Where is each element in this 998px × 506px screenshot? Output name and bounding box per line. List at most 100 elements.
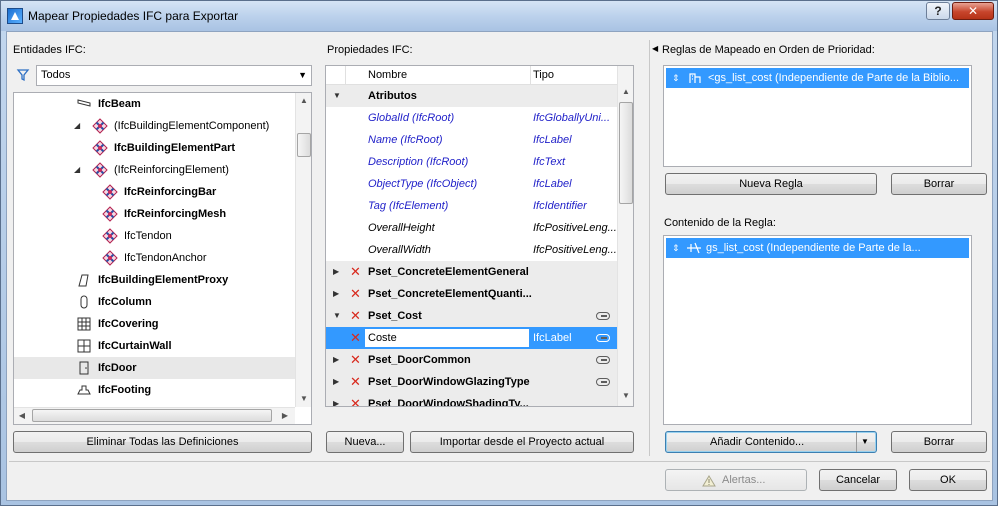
- delete-icon[interactable]: ✕: [350, 371, 361, 393]
- chevron-down-icon[interactable]: ▼: [861, 432, 869, 452]
- tree-item[interactable]: IfcColumn: [14, 291, 297, 313]
- reorder-handle-icon[interactable]: ⇕: [672, 68, 680, 88]
- tree-item[interactable]: IfcBeam: [14, 93, 297, 115]
- entity-tree[interactable]: IfcBeam ◢ (IfcBuildingElementComponent) Ifc…: [13, 92, 312, 425]
- properties-scrollbar[interactable]: ▲ ▼: [617, 66, 633, 406]
- column-header-name[interactable]: Nombre: [368, 69, 407, 81]
- property-name-value: Coste: [368, 332, 397, 344]
- expand-arrow-icon[interactable]: ◢: [74, 115, 80, 137]
- property-name-input[interactable]: Coste: [364, 328, 530, 348]
- property-set-row[interactable]: ▶ ✕ Pset_ConcreteElementQuanti...: [326, 283, 618, 305]
- property-set-row[interactable]: ▼ ✕ Pset_Cost: [326, 305, 618, 327]
- tree-item[interactable]: IfcTendonAnchor: [14, 247, 297, 269]
- property-set-row[interactable]: ▶ ✕ Pset_DoorCommon: [326, 349, 618, 371]
- attribute-row[interactable]: ObjectType (IfcObject) IfcLabel: [326, 173, 618, 195]
- tree-vertical-scrollbar[interactable]: ▲ ▼: [295, 93, 311, 407]
- attribute-row[interactable]: GlobalId (IfcRoot) IfcGloballyUni...: [326, 107, 618, 129]
- add-content-button[interactable]: Añadir Contenido... ▼: [665, 431, 877, 453]
- rule-content-list[interactable]: ⇕ gs_list_cost (Independiente de Parte d…: [663, 235, 972, 425]
- delete-rule-button[interactable]: Borrar: [891, 173, 987, 195]
- scroll-thumb[interactable]: [619, 102, 633, 204]
- attribute-row[interactable]: OverallHeight IfcPositiveLeng...: [326, 217, 618, 239]
- property-set-row[interactable]: ▶ ✕ Pset_ConcreteElementGeneral: [326, 261, 618, 283]
- reorder-handle-icon[interactable]: ⇕: [672, 238, 680, 258]
- delete-icon[interactable]: ✕: [350, 305, 361, 327]
- tree-item[interactable]: ◢ (IfcBuildingElementComponent): [14, 115, 297, 137]
- footing-icon: [76, 382, 92, 398]
- expand-arrow-icon[interactable]: ▶: [333, 371, 339, 393]
- attribute-row[interactable]: Description (IfcRoot) IfcText: [326, 151, 618, 173]
- tree-item[interactable]: IfcBuildingElementPart: [14, 137, 297, 159]
- tree-item[interactable]: IfcReinforcingBar: [14, 181, 297, 203]
- dialog-window: Mapear Propiedades IFC para Exportar ? ✕…: [0, 0, 998, 506]
- help-button[interactable]: ?: [926, 2, 950, 20]
- property-set-row[interactable]: ▶ ✕ Pset_DoorWindowShadingTy...: [326, 393, 618, 406]
- import-from-project-button[interactable]: Importar desde el Proyecto actual: [410, 431, 634, 453]
- attribute-row[interactable]: Tag (IfcElement) IfcIdentifier: [326, 195, 618, 217]
- library-part-icon: [688, 71, 702, 85]
- cancel-button[interactable]: Cancelar: [819, 469, 897, 491]
- ok-button[interactable]: OK: [909, 469, 987, 491]
- delete-all-definitions-button[interactable]: Eliminar Todas las Definiciones: [13, 431, 312, 453]
- filter-icon[interactable]: [15, 67, 31, 83]
- expand-arrow-icon[interactable]: ▶: [333, 283, 339, 305]
- tree-item[interactable]: IfcCurtainWall: [14, 335, 297, 357]
- tree-item-label: IfcTendon: [124, 230, 172, 242]
- content-item[interactable]: ⇕ gs_list_cost (Independiente de Parte d…: [666, 238, 969, 258]
- collapse-arrow-icon[interactable]: ▼: [333, 305, 341, 327]
- scroll-down-icon[interactable]: ▼: [296, 391, 311, 407]
- expand-arrow-icon[interactable]: ▶: [333, 349, 339, 371]
- entity-filter-select[interactable]: Todos ▼: [36, 65, 312, 86]
- alerts-button[interactable]: Alertas...: [665, 469, 807, 491]
- rules-list[interactable]: ⇕ <gs_list_cost (Independiente de Parte …: [663, 65, 972, 167]
- tree-horizontal-scrollbar[interactable]: ◀ ▶: [14, 407, 295, 424]
- link-icon[interactable]: [596, 356, 610, 364]
- rule-content-label: Contenido de la Regla:: [664, 217, 776, 229]
- property-set-row[interactable]: ▼ Atributos: [326, 85, 618, 107]
- tree-item[interactable]: IfcReinforcingMesh: [14, 203, 297, 225]
- collapse-left-icon[interactable]: ◀: [652, 44, 658, 53]
- delete-icon[interactable]: ✕: [350, 283, 361, 305]
- link-icon[interactable]: [596, 378, 610, 386]
- scroll-left-icon[interactable]: ◀: [14, 408, 30, 424]
- tree-item[interactable]: IfcFooting: [14, 379, 297, 401]
- scroll-up-icon[interactable]: ▲: [618, 84, 633, 100]
- link-icon[interactable]: [596, 312, 610, 320]
- rule-item[interactable]: ⇕ <gs_list_cost (Independiente de Parte …: [666, 68, 969, 88]
- tree-item-label: (IfcReinforcingElement): [114, 164, 229, 176]
- table-header: Nombre Tipo: [326, 66, 618, 85]
- delete-icon[interactable]: ✕: [350, 349, 361, 371]
- tree-item[interactable]: IfcTendon: [14, 225, 297, 247]
- delete-icon[interactable]: ✕: [350, 393, 361, 406]
- dialog-client: Entidades IFC: Todos ▼ IfcBeam ◢ (IfcBuild…: [6, 31, 993, 501]
- scroll-down-icon[interactable]: ▼: [618, 388, 633, 404]
- attribute-row[interactable]: OverallWidth IfcPositiveLeng...: [326, 239, 618, 261]
- new-rule-button[interactable]: Nueva Regla: [665, 173, 877, 195]
- tree-item[interactable]: IfcCovering: [14, 313, 297, 335]
- scroll-right-icon[interactable]: ▶: [277, 408, 293, 424]
- link-icon[interactable]: [596, 334, 610, 342]
- scroll-up-icon[interactable]: ▲: [296, 93, 311, 109]
- close-button[interactable]: ✕: [952, 2, 994, 20]
- property-type: IfcLabel: [533, 178, 572, 190]
- tree-item[interactable]: ◢ (IfcReinforcingElement): [14, 159, 297, 181]
- attribute-row[interactable]: Name (IfcRoot) IfcLabel: [326, 129, 618, 151]
- scroll-thumb[interactable]: [32, 409, 272, 422]
- expand-arrow-icon[interactable]: ◢: [74, 159, 80, 181]
- column-header-type[interactable]: Tipo: [533, 69, 554, 81]
- scroll-thumb[interactable]: [297, 133, 311, 157]
- expand-arrow-icon[interactable]: ▶: [333, 261, 339, 283]
- property-set-row[interactable]: ▶ ✕ Pset_DoorWindowGlazingType: [326, 371, 618, 393]
- properties-table[interactable]: Nombre Tipo ▼ Atributos GlobalId (IfcRoot)…: [325, 65, 634, 407]
- delete-icon[interactable]: ✕: [350, 261, 361, 283]
- delete-content-button[interactable]: Borrar: [891, 431, 987, 453]
- property-name: ObjectType (IfcObject): [368, 178, 478, 190]
- property-edit-row[interactable]: ✕ Coste IfcLabel: [326, 327, 618, 349]
- footer-separator: [9, 461, 990, 462]
- new-property-button[interactable]: Nueva...: [326, 431, 404, 453]
- tree-item[interactable]: IfcDoor: [14, 357, 297, 379]
- tree-item[interactable]: IfcBuildingElementProxy: [14, 269, 297, 291]
- delete-icon[interactable]: ✕: [350, 327, 361, 349]
- expand-arrow-icon[interactable]: ▶: [333, 393, 339, 406]
- collapse-arrow-icon[interactable]: ▼: [333, 85, 341, 107]
